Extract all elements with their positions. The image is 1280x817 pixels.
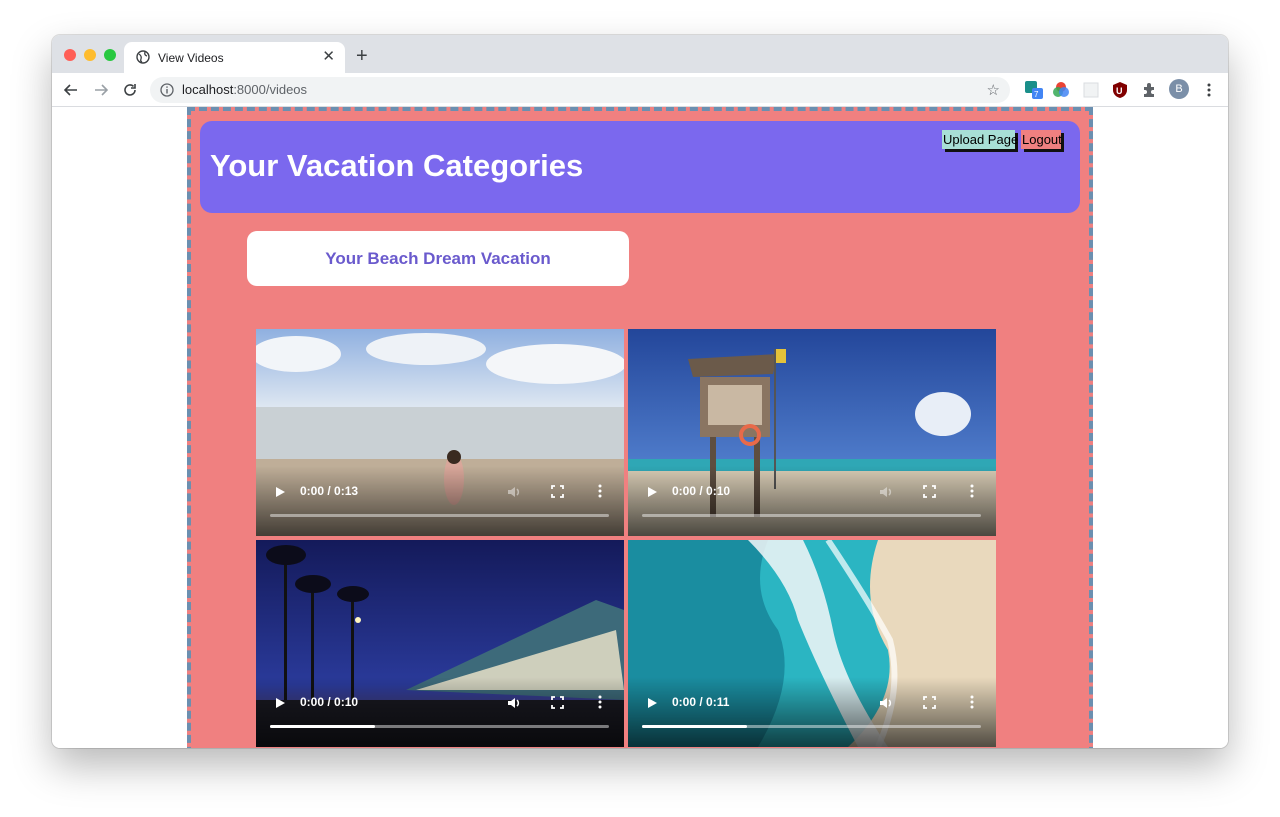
page-title: Your Vacation Categories <box>210 148 584 183</box>
fullscreen-icon[interactable] <box>923 485 936 498</box>
time-display: 0:00 / 0:10 <box>672 484 731 498</box>
logout-button[interactable]: Logout <box>1021 130 1062 149</box>
volume-icon[interactable] <box>878 695 894 711</box>
progress-bar[interactable] <box>642 514 981 517</box>
svg-text:7: 7 <box>1034 90 1039 99</box>
back-icon[interactable] <box>60 79 82 101</box>
time-display: 0:00 / 0:10 <box>300 695 359 709</box>
page-container: Your Vacation Categories Upload Page Log… <box>187 107 1093 748</box>
browser-window: View Videos ✕ + localhost:8000/videos ☆ … <box>52 35 1228 748</box>
page-viewport: Your Vacation Categories Upload Page Log… <box>52 107 1228 748</box>
forward-icon[interactable] <box>90 79 112 101</box>
minimize-window-button[interactable] <box>84 49 96 61</box>
menu-icon[interactable] <box>1200 81 1218 99</box>
fullscreen-icon[interactable] <box>551 696 564 709</box>
volume-icon[interactable] <box>506 695 522 711</box>
new-tab-icon[interactable]: + <box>356 46 368 66</box>
time-display: 0:00 / 0:11 <box>672 695 730 709</box>
translate-extension-icon[interactable]: 7 <box>1025 81 1043 99</box>
fullscreen-icon[interactable] <box>551 485 564 498</box>
tab-view-videos[interactable]: View Videos ✕ <box>124 42 345 73</box>
more-options-icon[interactable] <box>598 695 602 709</box>
fullscreen-icon[interactable] <box>923 696 936 709</box>
play-icon[interactable] <box>646 486 658 498</box>
ublock-extension-icon[interactable]: U <box>1111 81 1129 99</box>
controls-overlay <box>628 677 996 747</box>
progress-fill <box>642 725 748 728</box>
progress-bar[interactable] <box>642 725 981 728</box>
play-icon[interactable] <box>274 486 286 498</box>
info-icon[interactable] <box>160 83 174 97</box>
profile-initial: B <box>1175 83 1183 95</box>
category-title[interactable]: Your Beach Dream Vacation <box>247 231 629 286</box>
close-window-button[interactable] <box>64 49 76 61</box>
video-player[interactable]: 0:00 / 0:10 <box>256 540 624 747</box>
more-options-icon[interactable] <box>970 695 974 709</box>
tab-strip: View Videos ✕ + <box>52 35 1228 73</box>
extensions-icon[interactable] <box>1141 81 1159 99</box>
controls-overlay <box>256 677 624 747</box>
bookmark-star-icon[interactable]: ☆ <box>987 81 1000 99</box>
time-display: 0:00 / 0:13 <box>300 484 359 498</box>
svg-text:U: U <box>1116 86 1123 96</box>
progress-bar[interactable] <box>270 514 609 517</box>
play-icon[interactable] <box>274 697 286 709</box>
volume-muted-icon[interactable] <box>506 484 522 500</box>
progress-fill <box>270 725 376 728</box>
progress-bar[interactable] <box>270 725 609 728</box>
toolbar: localhost:8000/videos ☆ 7 U B <box>52 73 1228 107</box>
video-player[interactable]: 0:00 / 0:10 <box>628 329 996 536</box>
close-icon[interactable]: ✕ <box>322 48 335 66</box>
url-text[interactable]: localhost:8000/videos <box>182 82 307 97</box>
address-bar[interactable]: localhost:8000/videos ☆ <box>150 77 1010 103</box>
controls-overlay <box>256 466 624 536</box>
video-player[interactable]: 0:00 / 0:11 <box>628 540 996 747</box>
maximize-window-button[interactable] <box>104 49 116 61</box>
reload-icon[interactable] <box>119 79 141 101</box>
globe-icon <box>136 50 150 64</box>
more-options-icon[interactable] <box>598 484 602 498</box>
play-icon[interactable] <box>646 697 658 709</box>
more-options-icon[interactable] <box>970 484 974 498</box>
upload-page-button[interactable]: Upload Page <box>942 130 1018 149</box>
profile-avatar[interactable]: B <box>1169 79 1189 99</box>
page-header: Your Vacation Categories Upload Page Log… <box>200 121 1080 213</box>
tab-title: View Videos <box>158 51 224 65</box>
blank-extension-icon[interactable] <box>1082 81 1100 99</box>
video-player[interactable]: 0:00 / 0:13 <box>256 329 624 536</box>
controls-overlay <box>628 466 996 536</box>
color-picker-extension-icon[interactable] <box>1052 81 1070 99</box>
volume-muted-icon[interactable] <box>878 484 894 500</box>
